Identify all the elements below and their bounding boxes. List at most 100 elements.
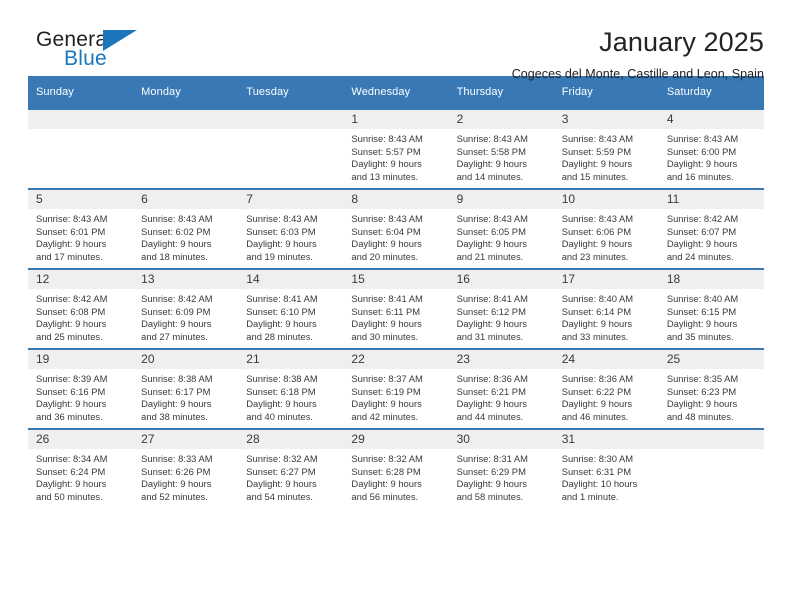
day-number: 1 [343, 110, 449, 129]
sunset-text: Sunset: 6:26 PM [141, 465, 211, 477]
calendar-page: General Blue January 2025 Cogeces del Mo… [0, 0, 792, 612]
daylight-text: Daylight: 10 hours [561, 478, 638, 490]
daylight-text-cont: and 52 minutes. [141, 490, 208, 502]
calendar-day-cell[interactable]: 2 Sunrise: 8:43 AM Sunset: 5:58 PM Daylight… [448, 108, 554, 189]
calendar-day-cell[interactable]: 28 Sunrise: 8:32 AM Sunset: 6:27 PM Dayligh… [238, 428, 344, 508]
sunset-text: Sunset: 6:23 PM [666, 385, 737, 397]
sunset-text: Sunset: 6:07 PM [666, 225, 737, 237]
day-details: Sunrise: 8:40 AM Sunset: 6:15 PM Daylight:… [659, 289, 764, 343]
daylight-text: Daylight: 9 hours [666, 398, 738, 410]
day-details: Sunrise: 8:43 AM Sunset: 5:59 PM Daylight:… [554, 129, 659, 183]
calendar-day-cell[interactable]: 5 Sunrise: 8:43 AM Sunset: 6:01 PM Daylight… [28, 188, 134, 269]
calendar-day-cell[interactable]: 21 Sunrise: 8:38 AM Sunset: 6:18 PM Dayligh… [238, 348, 344, 429]
calendar-day-cell[interactable]: 10 Sunrise: 8:43 AM Sunset: 6:06 PM Dayligh… [553, 188, 659, 269]
sunrise-text: Sunrise: 8:34 AM [36, 453, 108, 464]
daylight-text-cont: and 19 minutes. [246, 250, 313, 262]
day-details: Sunrise: 8:36 AM Sunset: 6:21 PM Daylight:… [449, 369, 554, 423]
weekday-header-sunday: Sunday [28, 76, 134, 109]
calendar-day-cell[interactable]: 20 Sunrise: 8:38 AM Sunset: 6:17 PM Dayligh… [133, 348, 239, 429]
day-details: Sunrise: 8:43 AM Sunset: 6:00 PM Daylight:… [659, 129, 764, 183]
calendar-day-cell[interactable]: 19 Sunrise: 8:39 AM Sunset: 6:16 PM Dayligh… [28, 348, 134, 429]
daylight-text: Daylight: 9 hours [141, 318, 212, 330]
sunrise-text: Sunrise: 8:38 AM [141, 373, 213, 384]
day-number: 15 [343, 270, 449, 289]
calendar-day-cell[interactable]: 27 Sunrise: 8:33 AM Sunset: 6:26 PM Dayligh… [133, 428, 239, 508]
day-number [28, 110, 134, 129]
day-details: Sunrise: 8:41 AM Sunset: 6:11 PM Daylight:… [343, 289, 448, 343]
day-number: 8 [343, 190, 449, 209]
day-details: Sunrise: 8:37 AM Sunset: 6:19 PM Daylight:… [343, 369, 448, 423]
calendar-day-cell[interactable]: 7 Sunrise: 8:43 AM Sunset: 6:03 PM Daylight… [238, 188, 344, 269]
calendar-day-cell[interactable]: 14 Sunrise: 8:41 AM Sunset: 6:10 PM Dayligh… [238, 268, 344, 349]
sunset-text: Sunset: 6:10 PM [246, 305, 316, 317]
sunset-text: Sunset: 6:08 PM [36, 305, 106, 317]
general-blue-logo: General Blue [28, 26, 168, 74]
sunrise-text: Sunrise: 8:43 AM [141, 213, 213, 224]
daylight-text-cont: and 42 minutes. [351, 410, 419, 422]
sunrise-text: Sunrise: 8:37 AM [351, 373, 423, 384]
day-number: 21 [238, 350, 344, 369]
daylight-text-cont: and 44 minutes. [456, 410, 524, 422]
sunrise-text: Sunrise: 8:36 AM [456, 373, 528, 384]
sunrise-text: Sunrise: 8:43 AM [456, 213, 528, 224]
calendar-day-cell[interactable]: 26 Sunrise: 8:34 AM Sunset: 6:24 PM Dayligh… [28, 428, 134, 508]
day-details: Sunrise: 8:43 AM Sunset: 6:01 PM Daylight:… [28, 209, 133, 263]
daylight-text-cont: and 56 minutes. [351, 490, 419, 502]
calendar-day-cell-empty [238, 108, 344, 189]
sunrise-text: Sunrise: 8:42 AM [141, 293, 213, 304]
sunrise-text: Sunrise: 8:43 AM [246, 213, 318, 224]
calendar-day-cell[interactable]: 6 Sunrise: 8:43 AM Sunset: 6:02 PM Daylight… [133, 188, 239, 269]
daylight-text-cont: and 50 minutes. [36, 490, 103, 502]
calendar-day-cell[interactable]: 15 Sunrise: 8:41 AM Sunset: 6:11 PM Dayligh… [343, 268, 449, 349]
calendar-day-cell[interactable]: 13 Sunrise: 8:42 AM Sunset: 6:09 PM Dayligh… [133, 268, 239, 349]
day-number: 17 [553, 270, 659, 289]
calendar-day-cell[interactable]: 23 Sunrise: 8:36 AM Sunset: 6:21 PM Dayligh… [448, 348, 554, 429]
calendar-day-cell[interactable]: 25 Sunrise: 8:35 AM Sunset: 6:23 PM Dayligh… [658, 348, 764, 429]
sunrise-text: Sunrise: 8:39 AM [36, 373, 108, 384]
day-number [238, 110, 344, 129]
calendar-day-cell[interactable]: 24 Sunrise: 8:36 AM Sunset: 6:22 PM Dayligh… [553, 348, 659, 429]
daylight-text: Daylight: 9 hours [351, 318, 422, 330]
calendar-day-cell[interactable]: 31 Sunrise: 8:30 AM Sunset: 6:31 PM Dayligh… [553, 428, 659, 508]
calendar-day-cell[interactable]: 29 Sunrise: 8:32 AM Sunset: 6:28 PM Dayligh… [343, 428, 449, 508]
calendar-day-cell[interactable]: 17 Sunrise: 8:40 AM Sunset: 6:14 PM Dayligh… [553, 268, 659, 349]
sunset-text: Sunset: 6:29 PM [456, 465, 526, 477]
calendar-day-cell[interactable]: 9 Sunrise: 8:43 AM Sunset: 6:05 PM Daylight… [448, 188, 554, 269]
sunset-text: Sunset: 6:31 PM [561, 465, 632, 477]
day-details [238, 129, 343, 133]
daylight-text-cont: and 58 minutes. [456, 490, 524, 502]
day-details: Sunrise: 8:42 AM Sunset: 6:08 PM Daylight:… [28, 289, 133, 343]
sunrise-text: Sunrise: 8:33 AM [141, 453, 213, 464]
calendar-day-cell-empty [28, 108, 134, 189]
page-subtitle: Cogeces del Monte, Castille and Leon, Sp… [511, 67, 764, 81]
day-details: Sunrise: 8:32 AM Sunset: 6:28 PM Daylight:… [343, 449, 448, 503]
sunset-text: Sunset: 6:27 PM [246, 465, 316, 477]
calendar-day-cell[interactable]: 22 Sunrise: 8:37 AM Sunset: 6:19 PM Dayligh… [343, 348, 449, 429]
sunrise-text: Sunrise: 8:42 AM [666, 213, 739, 224]
calendar-day-cell[interactable]: 12 Sunrise: 8:42 AM Sunset: 6:08 PM Dayligh… [28, 268, 134, 349]
calendar-day-cell[interactable]: 4 Sunrise: 8:43 AM Sunset: 6:00 PM Daylight… [658, 108, 764, 189]
calendar-week-row: 5 Sunrise: 8:43 AM Sunset: 6:01 PM Daylight… [28, 188, 764, 269]
day-number: 11 [658, 190, 764, 209]
sunset-text: Sunset: 6:22 PM [561, 385, 632, 397]
day-number: 30 [448, 430, 554, 449]
daylight-text: Daylight: 9 hours [666, 318, 738, 330]
sunset-text: Sunset: 6:12 PM [456, 305, 526, 317]
sunset-text: Sunset: 6:00 PM [666, 145, 737, 157]
calendar-day-cell[interactable]: 16 Sunrise: 8:41 AM Sunset: 6:12 PM Dayligh… [448, 268, 554, 349]
sunset-text: Sunset: 6:14 PM [561, 305, 632, 317]
day-number: 10 [553, 190, 659, 209]
daylight-text-cont: and 24 minutes. [666, 250, 734, 262]
calendar-day-cell[interactable]: 1 Sunrise: 8:43 AM Sunset: 5:57 PM Daylight… [343, 108, 449, 189]
sunset-text: Sunset: 6:05 PM [456, 225, 526, 237]
calendar-day-cell[interactable]: 3 Sunrise: 8:43 AM Sunset: 5:59 PM Daylight… [553, 108, 659, 189]
daylight-text-cont: and 38 minutes. [141, 410, 208, 422]
calendar-body: 1 Sunrise: 8:43 AM Sunset: 5:57 PM Daylight… [28, 108, 764, 508]
day-details [133, 129, 238, 133]
calendar-day-cell[interactable]: 8 Sunrise: 8:43 AM Sunset: 6:04 PM Daylight… [343, 188, 449, 269]
calendar-day-cell[interactable]: 30 Sunrise: 8:31 AM Sunset: 6:29 PM Dayligh… [448, 428, 554, 508]
calendar-day-cell[interactable]: 18 Sunrise: 8:40 AM Sunset: 6:15 PM Dayligh… [658, 268, 764, 349]
sunset-text: Sunset: 6:11 PM [351, 305, 421, 317]
calendar-day-cell[interactable]: 11 Sunrise: 8:42 AM Sunset: 6:07 PM Dayligh… [658, 188, 764, 269]
day-details: Sunrise: 8:34 AM Sunset: 6:24 PM Daylight:… [28, 449, 133, 503]
